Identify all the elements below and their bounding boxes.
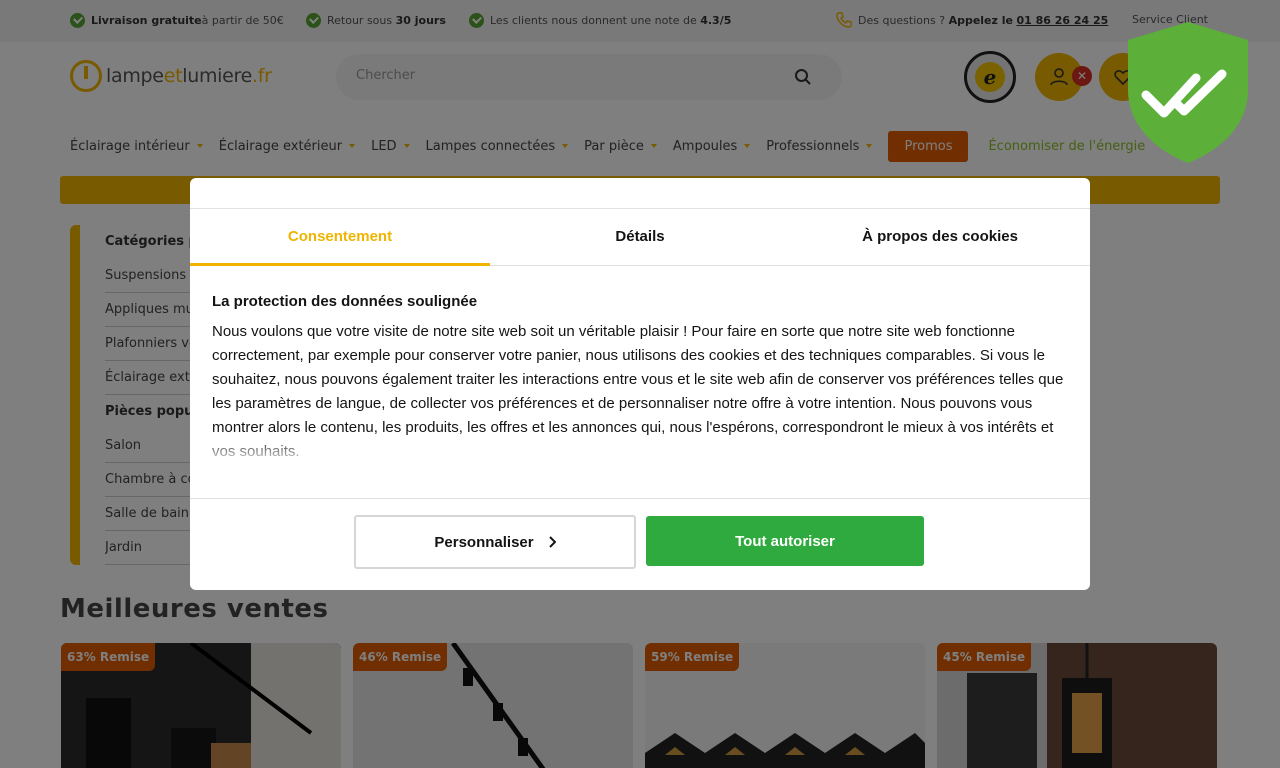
text-fade bbox=[212, 436, 1068, 466]
chevron-right-icon bbox=[548, 536, 556, 548]
consent-heading: La protection des données soulignée bbox=[212, 293, 478, 310]
tab-details[interactable]: Détails bbox=[490, 209, 790, 266]
accept-all-button[interactable]: Tout autoriser bbox=[646, 516, 924, 566]
consent-body-scroll[interactable]: Nous voulons que votre visite de notre s… bbox=[212, 320, 1068, 466]
customize-button[interactable]: Personnaliser bbox=[354, 515, 636, 569]
divider bbox=[190, 498, 1090, 499]
tab-consent[interactable]: Consentement bbox=[190, 209, 490, 266]
cookie-shield-icon[interactable] bbox=[1126, 20, 1250, 165]
cookie-consent-dialog: Consentement Détails À propos des cookie… bbox=[190, 178, 1090, 590]
tab-about-cookies[interactable]: À propos des cookies bbox=[790, 209, 1090, 266]
customize-label: Personnaliser bbox=[434, 533, 534, 551]
consent-tabs: Consentement Détails À propos des cookie… bbox=[190, 208, 1090, 266]
